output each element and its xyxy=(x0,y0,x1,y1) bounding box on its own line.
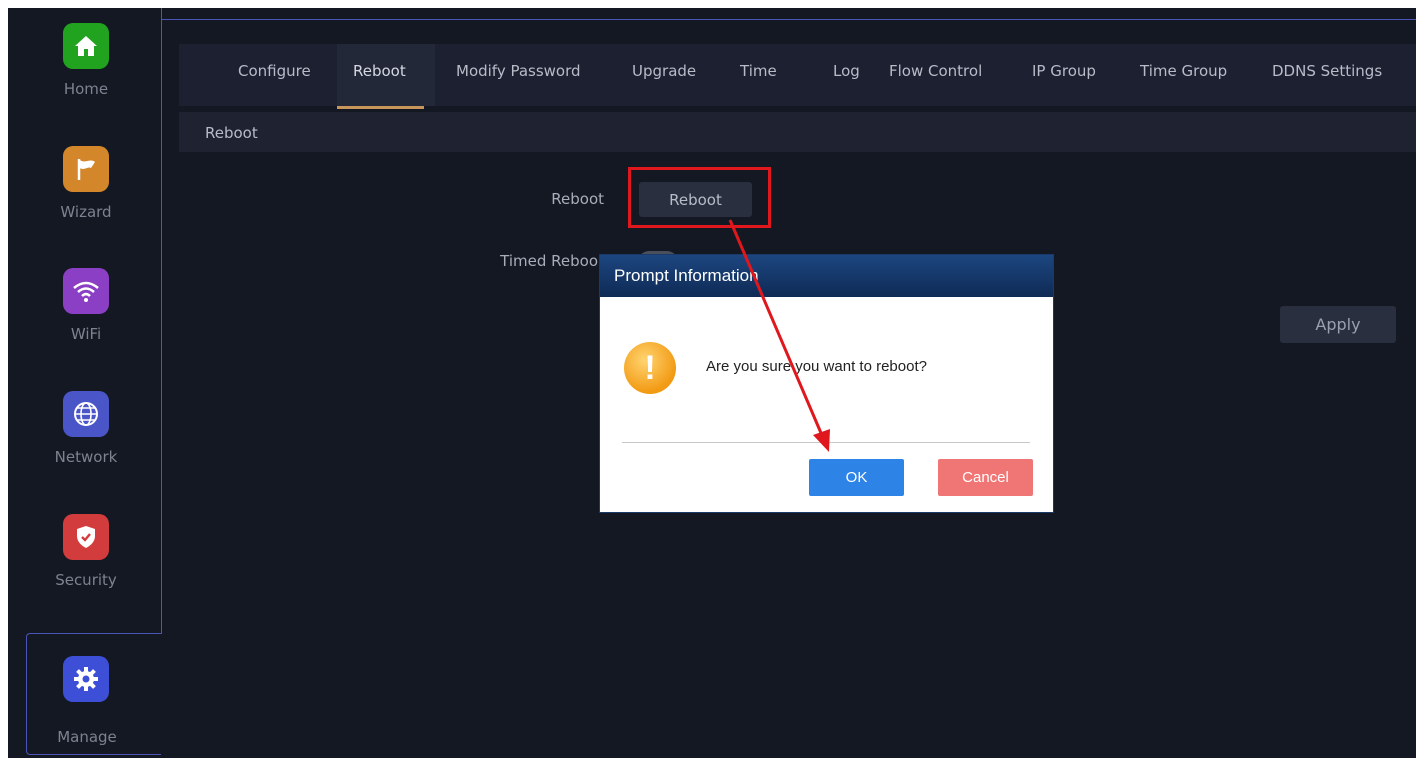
dialog-header: Prompt Information xyxy=(600,255,1053,297)
gear-icon xyxy=(63,656,109,702)
tab-modify-password[interactable]: Modify Password xyxy=(456,62,581,102)
wifi-icon xyxy=(63,268,109,314)
sidebar: Home Wizard WiFi Network Security Manage xyxy=(8,8,162,758)
tab-ip-group[interactable]: IP Group xyxy=(1032,62,1096,102)
warning-icon: ! xyxy=(624,342,676,394)
tab-time-group[interactable]: Time Group xyxy=(1140,62,1227,102)
flag-icon xyxy=(63,146,109,192)
sidebar-item-label: Network xyxy=(54,448,118,466)
dialog-title: Prompt Information xyxy=(614,266,759,285)
section-header: Reboot xyxy=(179,112,1416,152)
sidebar-item-label: Manage xyxy=(57,728,117,746)
sidebar-item-label: WiFi xyxy=(70,325,102,343)
tab-upgrade[interactable]: Upgrade xyxy=(632,62,696,102)
tab-configure[interactable]: Configure xyxy=(238,62,311,102)
prompt-dialog: Prompt Information ! Are you sure you wa… xyxy=(599,254,1054,513)
ok-button[interactable]: OK xyxy=(809,459,904,496)
dialog-divider xyxy=(622,442,1030,443)
globe-icon xyxy=(63,391,109,437)
sidebar-divider xyxy=(161,8,162,634)
sidebar-item-label: Home xyxy=(63,80,109,98)
tab-bar: Configure Reboot Modify Password Upgrade… xyxy=(179,44,1416,109)
section-title: Reboot xyxy=(205,124,258,142)
sidebar-item-home[interactable]: Home xyxy=(26,8,161,130)
router-admin-screen: Home Wizard WiFi Network Security Manage… xyxy=(8,8,1416,758)
reboot-label: Reboot xyxy=(551,190,604,208)
dialog-message: Are you sure you want to reboot? xyxy=(706,358,927,375)
annotation-highlight-box xyxy=(628,167,771,228)
sidebar-item-wizard[interactable]: Wizard xyxy=(26,131,161,253)
shield-icon xyxy=(63,514,109,560)
home-icon xyxy=(63,23,109,69)
content-frame-top xyxy=(161,19,1416,20)
sidebar-item-manage[interactable]: Manage xyxy=(26,633,161,755)
tab-time[interactable]: Time xyxy=(740,62,777,102)
timed-reboot-label: Timed Reboo xyxy=(500,252,598,270)
sidebar-item-wifi[interactable]: WiFi xyxy=(26,253,161,375)
apply-button[interactable]: Apply xyxy=(1280,306,1396,343)
sidebar-item-security[interactable]: Security xyxy=(26,499,161,621)
tab-reboot[interactable]: Reboot xyxy=(337,62,424,109)
sidebar-item-network[interactable]: Network xyxy=(26,376,161,498)
sidebar-item-label: Security xyxy=(55,571,117,589)
tab-ddns-settings[interactable]: DDNS Settings xyxy=(1272,62,1382,102)
sidebar-item-label: Wizard xyxy=(60,203,112,221)
tab-log[interactable]: Log xyxy=(833,62,860,102)
tab-flow-control[interactable]: Flow Control xyxy=(889,62,982,102)
cancel-button[interactable]: Cancel xyxy=(938,459,1033,496)
